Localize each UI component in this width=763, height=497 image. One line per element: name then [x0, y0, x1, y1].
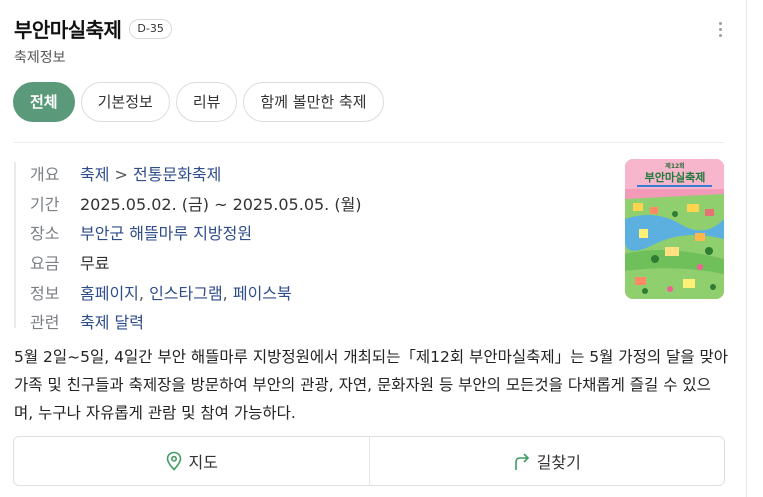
info-row-fee: 요금 무료	[16, 247, 109, 277]
divider	[14, 142, 724, 143]
category-link[interactable]: 축제	[80, 165, 109, 184]
place-link[interactable]: 부안군 해뜰마루 지방정원	[80, 220, 252, 244]
more-options-icon[interactable]	[715, 22, 725, 42]
info-label-place: 장소	[30, 224, 60, 243]
festival-poster[interactable]: 제12회 부안마실축제	[625, 159, 724, 299]
map-pin-icon	[166, 451, 181, 471]
tab-reviews[interactable]: 리뷰	[175, 82, 238, 122]
festival-description: 5월 2일~5일, 4일간 부안 해뜰마루 지방정원에서 개최되는「제12회 부…	[14, 348, 729, 422]
tab-related-festivals[interactable]: 함께 볼만한 축제	[243, 82, 384, 122]
dday-badge: D-35	[129, 18, 172, 39]
map-button[interactable]: 지도	[14, 437, 369, 485]
directions-arrow-icon	[514, 453, 529, 470]
instagram-link[interactable]: 인스타그램	[149, 284, 223, 303]
poster-illustration: 제12회 부안마실축제	[625, 159, 724, 299]
info-label-links: 정보	[30, 284, 60, 303]
subcategory-link[interactable]: 전통문화축제	[133, 165, 221, 184]
info-label-fee: 요금	[30, 254, 60, 273]
info-row-place: 장소 부안군 해뜰마루 지방정원	[16, 217, 252, 247]
action-bar: 지도 길찾기	[13, 436, 725, 486]
directions-button-label: 길찾기	[536, 453, 581, 472]
festival-calendar-link[interactable]: 축제 달력	[80, 309, 144, 333]
tab-all[interactable]: 전체	[13, 82, 75, 122]
festival-card: 부안마실축제 D-35 축제정보 전체 기본정보 리뷰 함께 볼만한 축제 개요…	[0, 0, 747, 497]
info-label-period: 기간	[30, 195, 60, 214]
facebook-link[interactable]: 페이스북	[233, 284, 292, 303]
period-value: 2025.05.02. (금) ~ 2025.05.05. (월)	[80, 195, 362, 214]
info-row-period: 기간 2025.05.02. (금) ~ 2025.05.05. (월)	[16, 188, 362, 218]
category-separator: >	[114, 165, 128, 184]
info-label-related: 관련	[30, 313, 60, 332]
tab-basic-info[interactable]: 기본정보	[80, 82, 170, 122]
fee-value: 무료	[80, 254, 110, 273]
tab-bar: 전체 기본정보 리뷰 함께 볼만한 축제	[13, 82, 390, 122]
info-row-overview: 개요 축제 > 전통문화축제	[16, 158, 221, 188]
page-title[interactable]: 부안마실축제	[14, 14, 122, 43]
category-subtitle: 축제정보	[14, 50, 66, 66]
title-row: 부안마실축제 D-35	[14, 14, 172, 43]
info-row-related: 관련 축제 달력	[16, 306, 144, 336]
svg-text:제12회: 제12회	[665, 162, 684, 170]
info-row-links: 정보 홈페이지, 인스타그램, 페이스북	[16, 277, 292, 307]
map-button-label: 지도	[188, 453, 218, 472]
homepage-link[interactable]: 홈페이지	[80, 284, 139, 303]
svg-text:부안마실축제: 부안마실축제	[645, 170, 706, 184]
info-label-overview: 개요	[30, 165, 60, 184]
directions-button[interactable]: 길찾기	[368, 437, 725, 485]
